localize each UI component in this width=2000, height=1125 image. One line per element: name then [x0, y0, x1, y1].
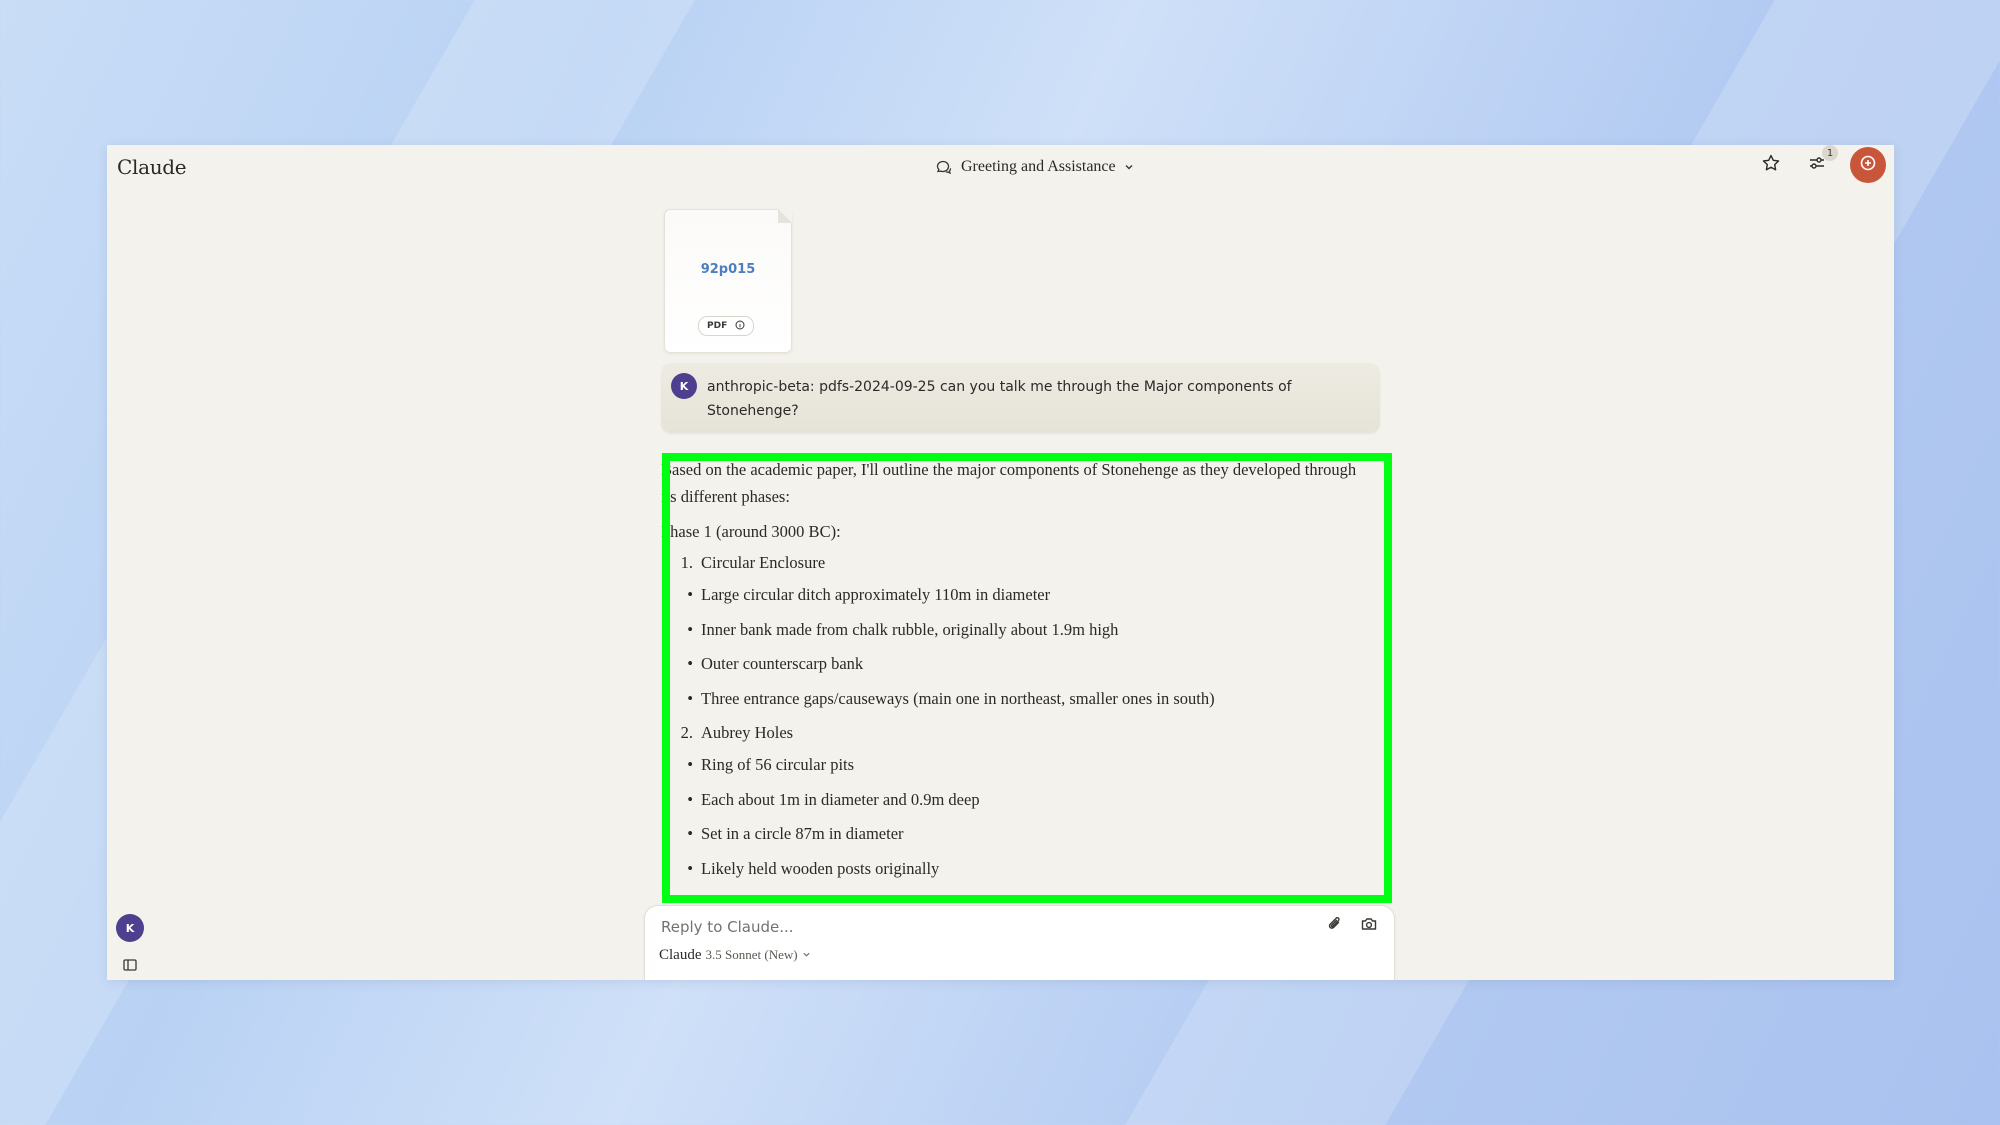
bullet-marker: • — [687, 619, 693, 639]
user-message-text: anthropic-beta: pdfs-2024-09-25 can you … — [707, 379, 1292, 419]
bullet-item: • Three entrance gaps/causeways (main one… — [661, 687, 1371, 722]
file-type-tag: PDF — [698, 316, 755, 336]
brand-logo[interactable]: Claude — [117, 155, 187, 179]
item-text: Each about 1m in diameter and 0.9m deep — [701, 789, 980, 809]
chat-bubbles-icon — [935, 158, 953, 176]
item-number: 1. — [680, 553, 693, 572]
chevron-down-icon — [1124, 162, 1134, 172]
reply-input[interactable] — [659, 914, 1303, 940]
sidebar-toggle-icon[interactable] — [122, 957, 138, 977]
conversation-title: Greeting and Assistance — [961, 158, 1116, 175]
pdf-attachment[interactable]: 92p015 PDF — [664, 209, 792, 353]
bullet-marker: • — [687, 688, 693, 708]
model-selector[interactable]: Claude 3.5 Sonnet (New) — [659, 946, 811, 964]
bullet-marker: • — [687, 654, 693, 673]
bullet-marker: • — [687, 585, 693, 604]
assistant-response: Based on the academic paper, I'll outlin… — [661, 456, 1371, 880]
bullet-marker: • — [687, 824, 693, 843]
bullet-item: • Large circular ditch approximately 110m… — [661, 583, 1371, 618]
model-name: Claude — [659, 946, 702, 963]
item-text: Circular Enclosure — [701, 553, 826, 572]
item-text: Likely held wooden posts originally — [701, 858, 940, 878]
attachment-name: 92p015 — [700, 262, 756, 277]
notification-badge: 1 — [1822, 145, 1838, 161]
item-text: Ring of 56 circular pits — [701, 755, 855, 774]
item-text: Aubrey Holes — [701, 723, 794, 742]
bullet-item: • Outer counterscarp bank — [661, 652, 1371, 687]
response-intro: Based on the academic paper, I'll outlin… — [661, 460, 1357, 506]
item-number: 2. — [680, 723, 693, 742]
bullet-marker: • — [687, 858, 693, 878]
bullet-item: • Ring of 56 circular pits — [661, 753, 1371, 788]
camera-icon[interactable] — [1360, 915, 1378, 937]
account-icon — [1858, 153, 1878, 177]
info-icon — [735, 320, 745, 333]
bullet-item: • Set in a circle 87m in diameter — [661, 822, 1371, 857]
item-text: Inner bank made from chalk rubble, origi… — [701, 619, 1119, 639]
numbered-item: 1. Circular Enclosure — [661, 551, 1371, 583]
bullet-item: • Likely held wooden posts originally — [661, 857, 1371, 881]
chevron-down-icon — [802, 946, 811, 964]
numbered-item: 2. Aubrey Holes — [661, 721, 1371, 753]
settings-button[interactable]: 1 — [1804, 145, 1838, 178]
bullet-marker: • — [687, 789, 693, 809]
account-button[interactable] — [1850, 147, 1886, 183]
item-text: Outer counterscarp bank — [701, 654, 864, 673]
conversation-title-menu[interactable]: Greeting and Assistance — [935, 155, 1134, 179]
user-message: K anthropic-beta: pdfs-2024-09-25 can yo… — [661, 363, 1380, 433]
file-type-label: PDF — [707, 321, 728, 331]
user-message-avatar: K — [671, 373, 697, 399]
page-fold — [778, 209, 792, 223]
phase-heading: Phase 1 (around 3000 BC): — [661, 522, 841, 541]
header-actions: 1 — [1758, 145, 1886, 185]
star-icon — [1761, 153, 1781, 177]
item-text: Set in a circle 87m in diameter — [701, 824, 904, 843]
app-window: Claude Greeting and Assistance 1 92p015 … — [107, 145, 1894, 980]
model-version: 3.5 Sonnet (New) — [705, 947, 798, 962]
bullet-item: • Inner bank made from chalk rubble, orig… — [661, 618, 1371, 653]
favorite-button[interactable] — [1758, 152, 1784, 178]
response-list: 1. Circular Enclosure • Large circular ditc… — [661, 551, 1371, 880]
item-text: Large circular ditch approximately 110m … — [701, 585, 1051, 604]
reply-composer: Claude 3.5 Sonnet (New) — [644, 905, 1395, 980]
bullet-item: • Each about 1m in diameter and 0.9m deep — [661, 788, 1371, 823]
item-text: Three entrance gaps/causeways (main one … — [701, 688, 1215, 708]
sidebar-user-avatar[interactable]: K — [116, 914, 144, 942]
bullet-marker: • — [687, 755, 693, 774]
paperclip-icon[interactable] — [1326, 915, 1344, 937]
